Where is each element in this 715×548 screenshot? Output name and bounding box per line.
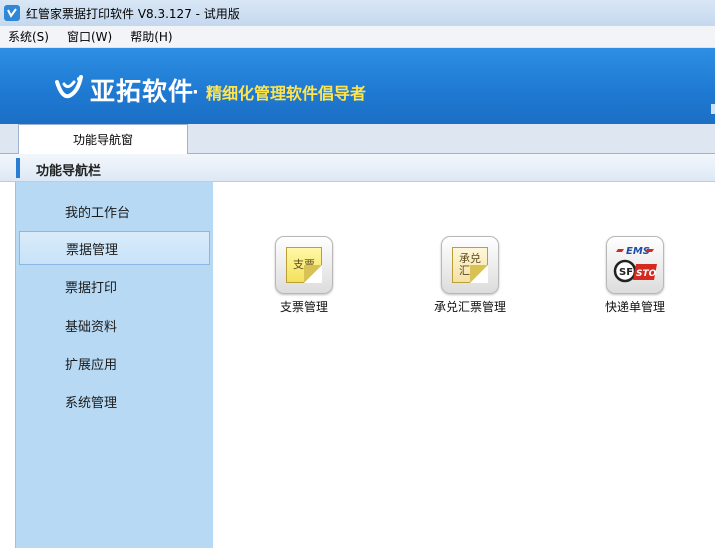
banner-edge-mark (711, 104, 715, 114)
note-fold (304, 265, 322, 283)
brand-slogan: 精细化管理软件倡导者 (206, 84, 367, 103)
acceptance-bill-note: 承兑汇票 (452, 247, 488, 283)
brand-separator: · (192, 82, 199, 103)
tile-label-express-waybill[interactable]: 快递单管理 (580, 298, 690, 315)
sidebar-item-basic-data[interactable]: 基础资料 (19, 308, 210, 342)
acceptance-bill-icon[interactable]: 承兑汇票 (441, 236, 499, 294)
note-fold (470, 265, 488, 283)
sidebar: 我的工作台 票据管理 票据打印 基础资料 扩展应用 系统管理 (16, 182, 213, 548)
sidebar-item-my-workbench[interactable]: 我的工作台 (19, 194, 210, 228)
sidebar-item-extensions[interactable]: 扩展应用 (19, 346, 210, 380)
sidebar-item-bill-printing[interactable]: 票据打印 (19, 269, 210, 303)
brand-name: 亚拓软件 (90, 77, 195, 106)
yatuo-logo-icon (55, 75, 83, 99)
tile-acceptance-bill-management[interactable]: 承兑汇票 承兑汇票管理 (415, 236, 525, 315)
ems-sf-sto-logo-icon: EMS SF STO (613, 246, 657, 283)
nav-panel-title: 功能导航栏 (36, 164, 102, 179)
nav-header-accent (16, 158, 20, 178)
sidebar-item-system-management[interactable]: 系统管理 (19, 384, 210, 418)
menu-window[interactable]: 窗口(W) (67, 28, 112, 45)
cheque-note: 支票 (286, 247, 322, 283)
svg-text:STO: STO (636, 269, 657, 279)
app-logo-icon (4, 5, 20, 21)
main-content: 支票 支票管理 承兑汇票 承兑汇票管理 EMS SF STO 快递单管理 (213, 182, 715, 548)
sidebar-item-bill-management[interactable]: 票据管理 (19, 231, 210, 265)
window-title: 红管家票据打印软件 V8.3.127 - 试用版 (26, 6, 240, 21)
menu-system[interactable]: 系统(S) (8, 28, 49, 45)
menu-bar: 系统(S) 窗口(W) 帮助(H) (0, 26, 715, 48)
tile-label-cheque[interactable]: 支票管理 (249, 298, 359, 315)
svg-text:SF: SF (619, 267, 633, 278)
tile-express-waybill-management[interactable]: EMS SF STO 快递单管理 (580, 236, 690, 315)
tab-strip: 功能导航窗 (0, 124, 715, 154)
menu-help[interactable]: 帮助(H) (130, 28, 172, 45)
left-margin (0, 182, 16, 548)
brand-banner: 亚拓软件 · 精细化管理软件倡导者 (0, 48, 715, 124)
nav-panel-header: 功能导航栏 (0, 154, 715, 182)
tab-function-navigation[interactable]: 功能导航窗 (18, 124, 188, 154)
express-waybill-icon[interactable]: EMS SF STO (606, 236, 664, 294)
title-bar: 红管家票据打印软件 V8.3.127 - 试用版 (0, 0, 715, 26)
cheque-icon[interactable]: 支票 (275, 236, 333, 294)
tile-cheque-management[interactable]: 支票 支票管理 (249, 236, 359, 315)
tile-label-acceptance-bill[interactable]: 承兑汇票管理 (415, 298, 525, 315)
